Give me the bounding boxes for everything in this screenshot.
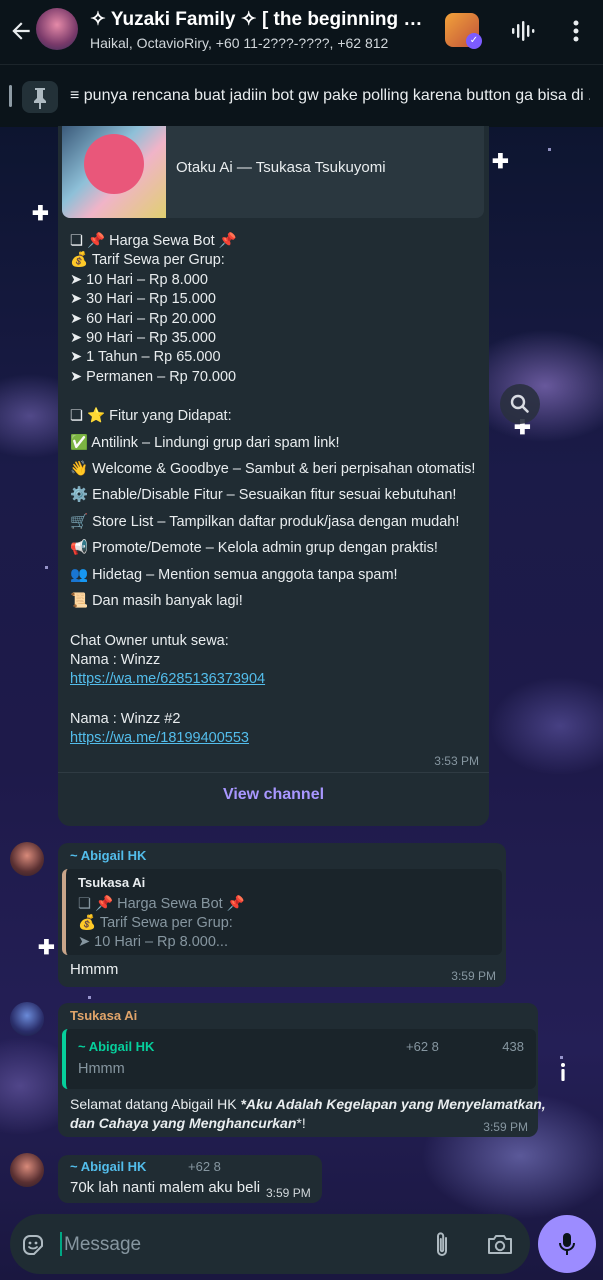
post-line: ➤ 60 Hari – Rp 20.000 <box>70 310 216 327</box>
microphone-icon <box>559 1233 575 1255</box>
quote-sender: ~ Abigail HK <box>78 1039 155 1054</box>
sender-phone: +62 8 <box>188 1159 221 1174</box>
message-bubble[interactable]: ~ Abigail HK Tsukasa Ai ❏ 📌 Harga Sewa B… <box>58 843 506 987</box>
sticker-icon[interactable] <box>20 1232 46 1258</box>
message-text-bold: *Aku Adalah Kegelapan yang Menyelamatkan… <box>240 1096 546 1112</box>
link-preview[interactable]: Otaku Ai — Tsukasa Tsukuyomi <box>62 126 484 218</box>
post-line: Nama : Winzz <box>70 651 161 668</box>
owner-link-1[interactable]: https://wa.me/6285136373904 <box>70 670 485 689</box>
sender-name[interactable]: Tsukasa Ai <box>70 1008 137 1023</box>
post-line: ➤ Permanen – Rp 70.000 <box>70 368 237 385</box>
preview-thumbnail <box>62 126 166 218</box>
post-line: ➤ 1 Tahun – Rp 65.000 <box>70 349 221 366</box>
post-line: ➤ 30 Hari – Rp 15.000 <box>70 291 216 308</box>
divider <box>58 772 489 773</box>
attach-icon[interactable] <box>430 1230 454 1260</box>
post-line: 👋 Welcome & Goodbye – Sambut & beri perp… <box>70 461 476 478</box>
pin-icon <box>22 81 58 113</box>
owner-link-2[interactable]: https://wa.me/18199400553 <box>70 729 485 748</box>
voice-message-button[interactable] <box>538 1215 596 1273</box>
message-text-part: Selamat datang Abigail HK <box>70 1096 241 1112</box>
pinned-message-text: ≡ punya rencana buat jadiin bot gw pake … <box>70 87 590 104</box>
sender-name[interactable]: ~ Abigail HK <box>70 1159 146 1174</box>
group-title[interactable]: ✧ Yuzaki Family ✧ [ the beginning of our… <box>90 8 430 31</box>
pinned-indicator <box>9 85 12 107</box>
preview-title: Otaku Ai — Tsukasa Tsukuyomi <box>176 159 386 176</box>
sender-avatar[interactable] <box>10 1153 44 1187</box>
search-button[interactable] <box>500 384 540 424</box>
message-time: 3:59 PM <box>451 969 496 983</box>
voice-chat-icon[interactable] <box>508 17 536 45</box>
sparkle-icon: ✚ <box>492 151 509 173</box>
message-time: 3:53 PM <box>434 754 479 768</box>
quote-phone: +62 8 <box>406 1039 439 1054</box>
post-line <box>70 387 485 407</box>
post-line: ❏ 📌 Harga Sewa Bot 📌 <box>70 233 237 249</box>
quote-sender: Tsukasa Ai <box>78 875 146 890</box>
quoted-message[interactable]: Tsukasa Ai ❏ 📌 Harga Sewa Bot 📌 💰 Tarif … <box>62 869 502 955</box>
quote-line: ❏ 📌 Harga Sewa Bot 📌 <box>78 896 245 912</box>
post-line: ➤ 90 Hari – Rp 35.000 <box>70 330 216 347</box>
post-line: ➤ 10 Hari – Rp 8.000 <box>70 271 208 288</box>
post-line: Nama : Winzz #2 <box>70 710 181 727</box>
quote-text: Hmmm <box>78 1061 125 1077</box>
message-text: Hmmm <box>70 961 119 978</box>
post-line: ✅ Antilink – Lindungi grup dari spam lin… <box>70 434 340 451</box>
group-avatar[interactable] <box>36 8 78 50</box>
message-time: 3:59 PM <box>483 1120 528 1134</box>
channel-post-text: ❏ 📌 Harga Sewa Bot 📌 💰 Tarif Sewa per Gr… <box>70 232 485 749</box>
pinned-message-bar[interactable]: ≡ punya rencana buat jadiin bot gw pake … <box>0 64 603 127</box>
quote-line: ➤ 10 Hari – Rp 8.000... <box>78 934 228 950</box>
message-text: Selamat datang Abigail HK *Aku Adalah Ke… <box>70 1095 546 1133</box>
group-members[interactable]: Haikal, OctavioRiry, +60 11-2???-????, +… <box>90 35 430 51</box>
back-arrow-icon[interactable] <box>8 18 34 44</box>
quote-line: 💰 Tarif Sewa per Grup: <box>78 915 233 931</box>
info-icon[interactable] <box>553 1060 573 1084</box>
post-line: ⚙️ Enable/Disable Fitur – Sesuaikan fitu… <box>70 487 457 504</box>
post-line: 🛒 Store List – Tampilkan daftar produk/j… <box>70 513 460 530</box>
quote-text: ❏ 📌 Harga Sewa Bot 📌 💰 Tarif Sewa per Gr… <box>78 895 245 952</box>
post-line: Chat Owner untuk sewa: <box>70 632 229 649</box>
message-time: 3:59 PM <box>266 1186 311 1200</box>
quoted-message[interactable]: ~ Abigail HK +62 8 438 Hmmm <box>62 1029 536 1089</box>
message-text-part: *! <box>296 1115 306 1131</box>
post-line <box>70 612 485 632</box>
channel-post-bubble[interactable]: Otaku Ai — Tsukasa Tsukuyomi ❏ 📌 Harga S… <box>58 126 489 826</box>
post-line: ❏ ⭐ Fitur yang Didapat: <box>70 408 232 425</box>
verified-badge-icon: ✓ <box>466 33 482 49</box>
message-bubble[interactable]: ~ Abigail HK +62 8 70k lah nanti malem a… <box>58 1155 322 1203</box>
quote-phone-suffix: 438 <box>502 1039 524 1054</box>
post-line: 👥 Hidetag – Mention semua anggota tanpa … <box>70 566 398 583</box>
sender-avatar[interactable] <box>10 842 44 876</box>
message-text: 70k lah nanti malem aku beli <box>70 1179 261 1196</box>
message-text-bold: dan Cahaya yang Menghancurkan <box>70 1115 297 1131</box>
camera-icon[interactable] <box>486 1231 514 1257</box>
message-input[interactable] <box>62 1230 366 1260</box>
chat-header: ✧ Yuzaki Family ✧ [ the beginning of our… <box>0 0 603 64</box>
more-options-icon[interactable] <box>562 17 590 45</box>
view-channel-button[interactable]: View channel <box>58 786 489 804</box>
post-line: 💰 Tarif Sewa per Grup: <box>70 252 225 269</box>
post-line: 📢 Promote/Demote – Kelola admin grup den… <box>70 540 438 557</box>
sparkle-icon: ✚ <box>38 937 55 959</box>
sparkle-icon: ✚ <box>32 203 49 225</box>
search-icon <box>510 394 529 413</box>
post-line: 📜 Dan masih banyak lagi! <box>70 593 243 610</box>
message-composer <box>10 1214 530 1274</box>
sender-avatar[interactable] <box>10 1002 44 1036</box>
message-bubble[interactable]: Tsukasa Ai ~ Abigail HK +62 8 438 Hmmm S… <box>58 1003 546 1137</box>
sender-name[interactable]: ~ Abigail HK <box>70 848 146 863</box>
